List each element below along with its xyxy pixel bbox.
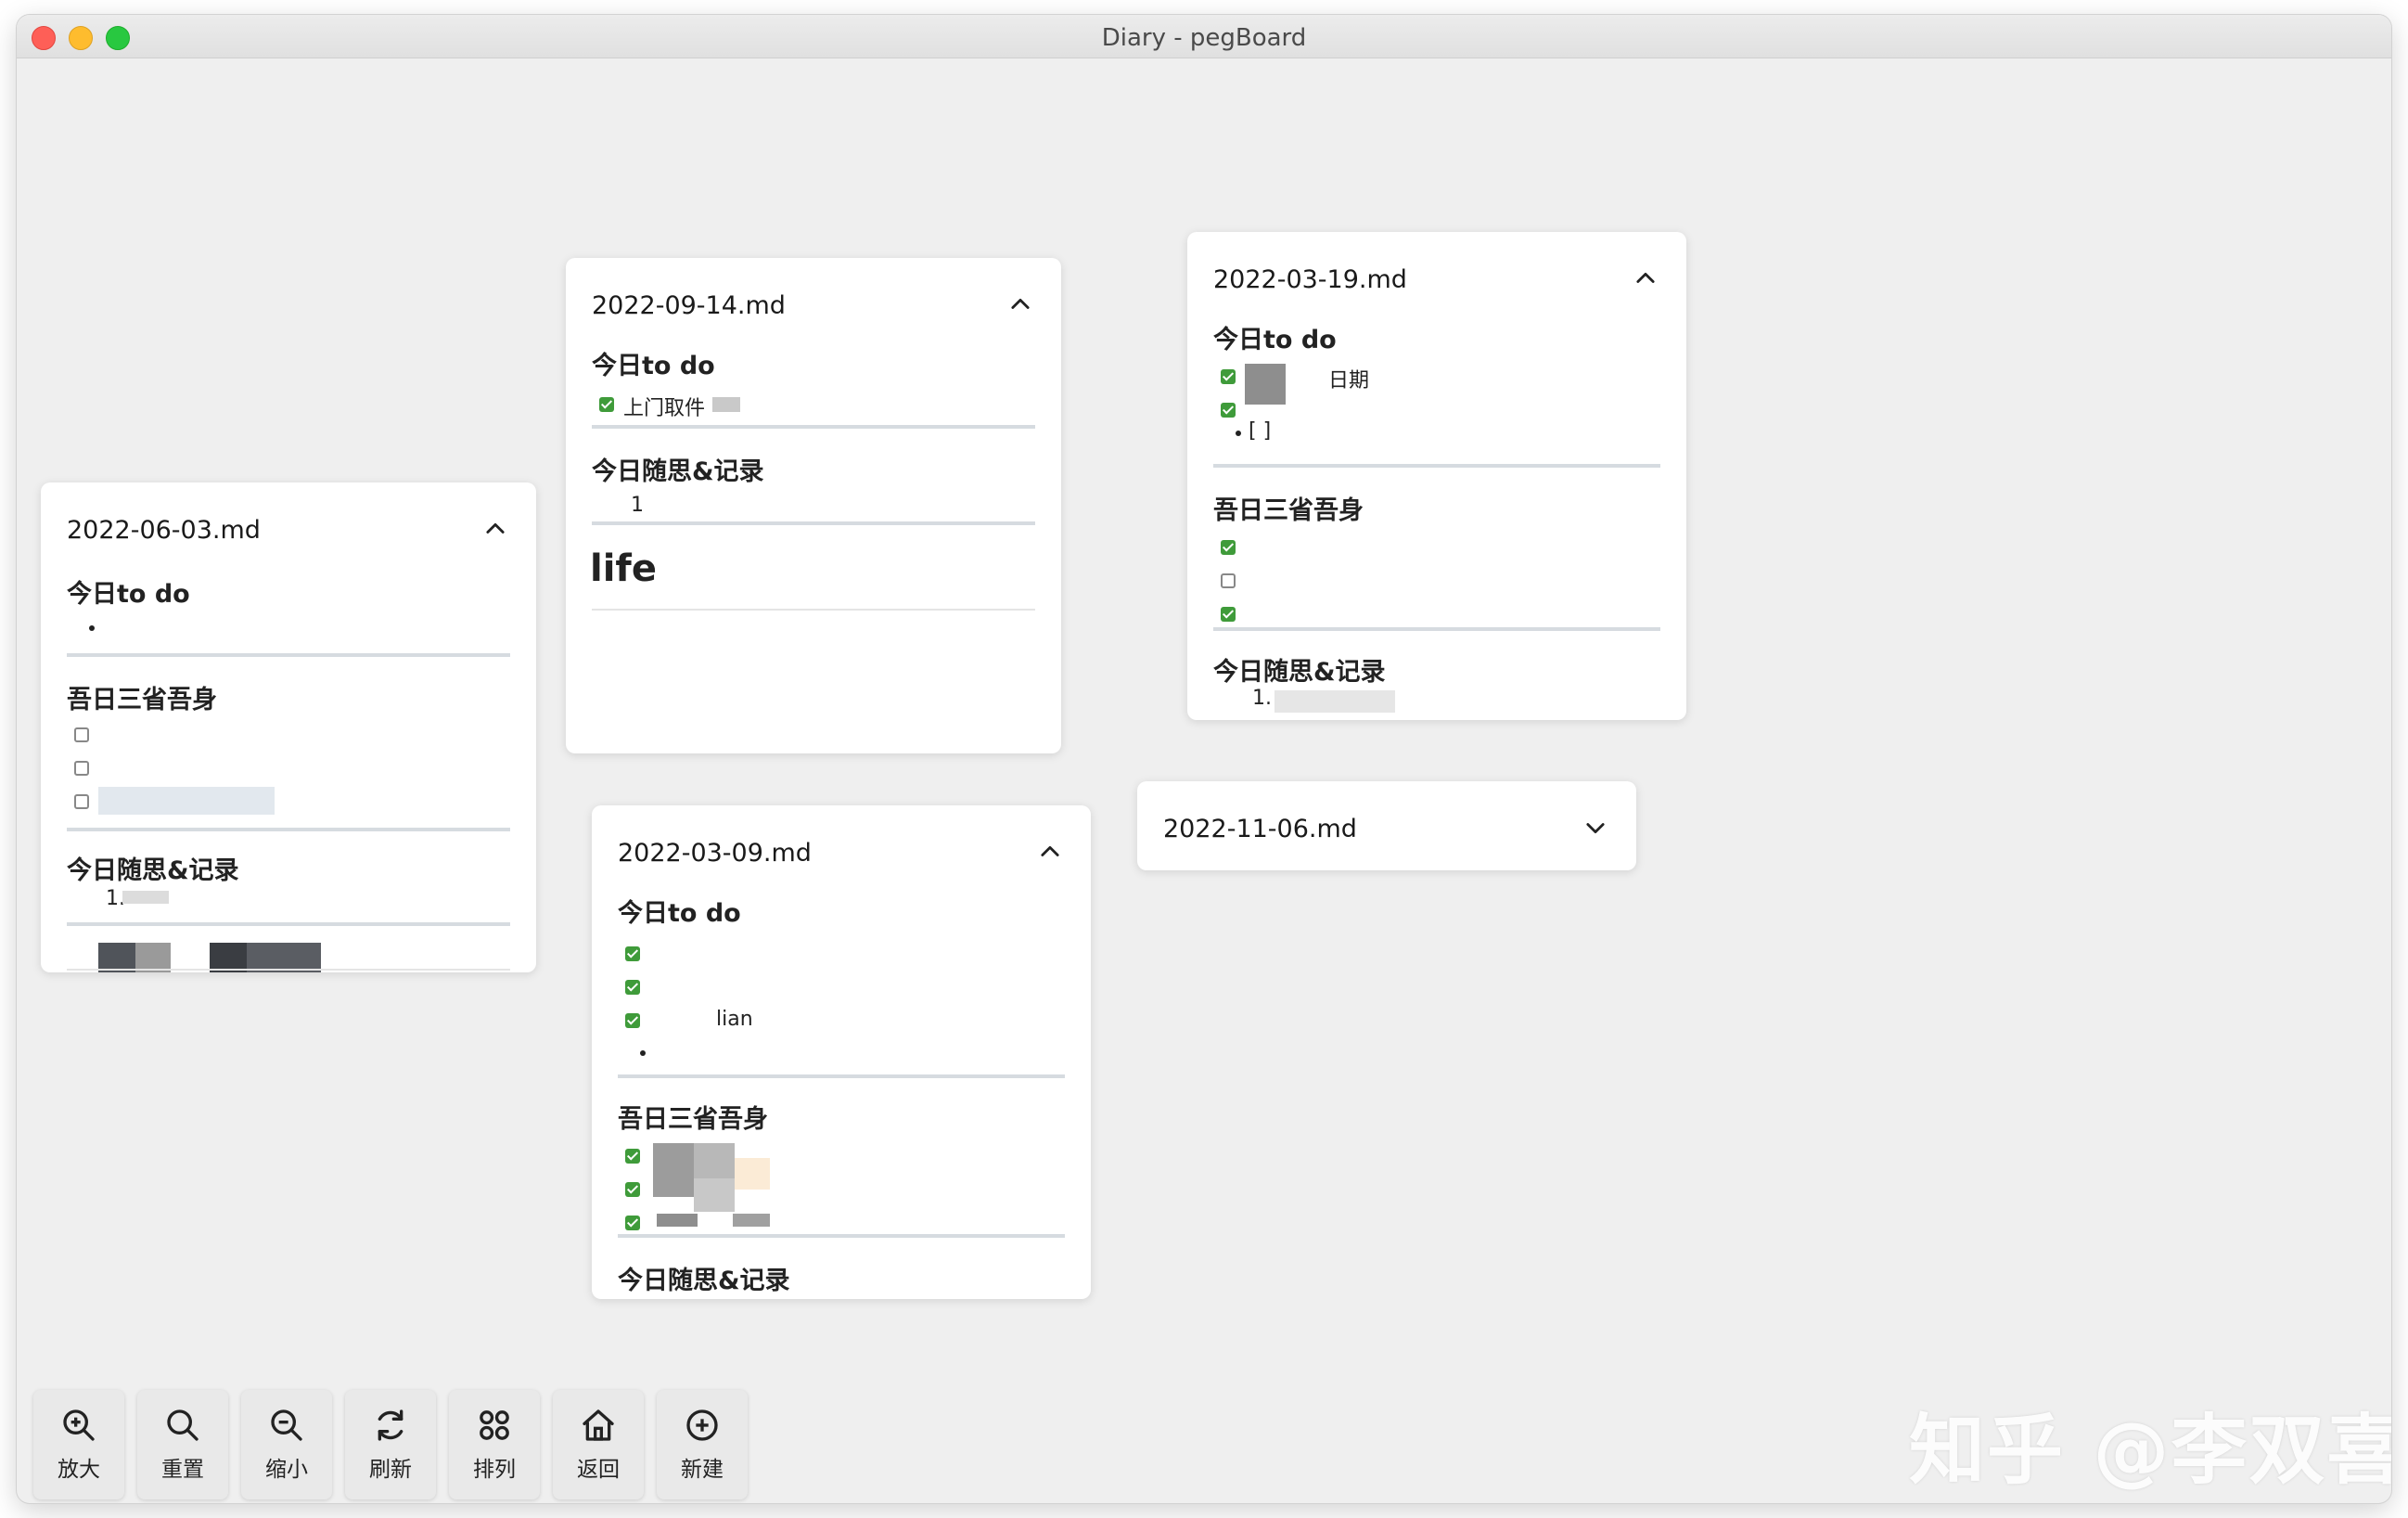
section-divider	[67, 969, 510, 971]
todo-checkbox[interactable]	[625, 1013, 640, 1028]
card-2022-03-19[interactable]: 2022-03-19.md 今日to do 日期 [ ] 吾日三省吾身 今日随思…	[1187, 232, 1686, 720]
watermark: 知乎 @李双喜	[1909, 1407, 2391, 1495]
card-2022-06-03[interactable]: 2022-06-03.md 今日to do 吾日三省吾身 今日随思&记录 1.	[41, 482, 536, 972]
redacted-image	[694, 1178, 735, 1212]
note-item: 1.	[1252, 687, 1272, 710]
card-2022-09-14[interactable]: 2022-09-14.md 今日to do 上门取件 今日随思&记录 1 lif…	[566, 258, 1061, 753]
title-bar: Diary - pegBoard	[17, 15, 2391, 58]
toolbar-label: 排列	[473, 1458, 516, 1482]
reflect-checkbox[interactable]	[74, 727, 89, 742]
add-circle-icon	[686, 1409, 718, 1441]
reflect-checkbox[interactable]	[1221, 607, 1236, 622]
toolbar-label: 重置	[161, 1458, 204, 1482]
section-divider	[592, 425, 1035, 429]
redacted-image	[694, 1143, 735, 1178]
list-bullet	[89, 625, 95, 631]
todo-item: 上门取件	[623, 397, 706, 420]
search-icon	[167, 1409, 199, 1441]
life-heading: life	[590, 547, 657, 590]
todo-item: [ ]	[1249, 419, 1272, 443]
reset-button[interactable]: 重置	[137, 1390, 228, 1499]
card-title: 2022-03-09.md	[618, 839, 812, 868]
section-divider	[592, 521, 1035, 525]
toolbar-label: 新建	[681, 1458, 724, 1482]
toolbar-label: 缩小	[265, 1458, 308, 1482]
todo-checkbox[interactable]	[599, 397, 614, 412]
chevron-up-icon[interactable]	[1037, 839, 1063, 865]
redacted-image	[1245, 364, 1286, 405]
card-2022-11-06[interactable]: 2022-11-06.md	[1137, 781, 1636, 870]
section-divider	[1213, 627, 1660, 631]
chevron-up-icon[interactable]	[1633, 265, 1659, 291]
grid-icon	[480, 1410, 509, 1440]
todo-checkbox[interactable]	[1221, 369, 1236, 384]
section-divider	[67, 653, 510, 657]
todo-item: 日期	[1328, 369, 1370, 392]
section-divider	[67, 922, 510, 926]
section-heading-reflect: 吾日三省吾身	[1213, 496, 1364, 525]
list-bullet	[1236, 431, 1241, 436]
redacted-image	[735, 1158, 770, 1190]
todo-checkbox[interactable]	[625, 980, 640, 995]
section-heading-todo: 今日to do	[618, 899, 741, 928]
section-heading-notes: 今日随思&记录	[618, 1267, 790, 1295]
redacted-text	[98, 787, 275, 815]
redacted-text	[122, 891, 169, 904]
app-window: Diary - pegBoard 2022-06-03.md 今日to do 吾…	[17, 15, 2391, 1503]
home-button[interactable]: 返回	[553, 1390, 644, 1499]
todo-checkbox[interactable]	[1221, 403, 1236, 418]
card-2022-03-09[interactable]: 2022-03-09.md 今日to do lian 吾日三省吾身 今日随思&记…	[592, 805, 1091, 1299]
redacted-image	[657, 1214, 698, 1227]
section-heading-todo: 今日to do	[67, 580, 190, 609]
home-icon	[583, 1409, 614, 1441]
redacted-image	[733, 1214, 770, 1227]
card-title: 2022-06-03.md	[67, 516, 261, 545]
zoom-in-icon	[63, 1409, 95, 1441]
reflect-checkbox[interactable]	[625, 1216, 640, 1230]
section-divider	[618, 1074, 1065, 1078]
section-divider	[592, 609, 1035, 611]
zoom-out-icon	[271, 1409, 302, 1441]
zoom-out-button[interactable]: 缩小	[241, 1390, 332, 1499]
card-title: 2022-03-19.md	[1213, 265, 1407, 294]
toolbar-label: 刷新	[369, 1458, 412, 1482]
section-heading-todo: 今日to do	[1213, 326, 1337, 354]
window-title: Diary - pegBoard	[1101, 24, 1307, 52]
refresh-icon	[378, 1409, 403, 1441]
section-heading-todo: 今日to do	[592, 352, 715, 380]
reflect-checkbox[interactable]	[1221, 573, 1236, 588]
card-title: 2022-11-06.md	[1163, 815, 1357, 843]
list-bullet	[640, 1050, 646, 1056]
section-heading-notes: 今日随思&记录	[1213, 658, 1386, 687]
section-divider	[67, 828, 510, 831]
arrange-button[interactable]: 排列	[449, 1390, 540, 1499]
section-heading-reflect: 吾日三省吾身	[618, 1105, 768, 1134]
refresh-button[interactable]: 刷新	[345, 1390, 436, 1499]
todo-item: lian	[716, 1008, 753, 1031]
reflect-checkbox[interactable]	[74, 794, 89, 809]
section-heading-notes: 今日随思&记录	[67, 856, 239, 885]
todo-checkbox[interactable]	[625, 946, 640, 961]
section-divider	[1213, 464, 1660, 468]
note-item: 1	[631, 494, 644, 517]
section-heading-reflect: 吾日三省吾身	[67, 686, 217, 714]
chevron-up-icon[interactable]	[482, 516, 508, 542]
zoom-in-button[interactable]: 放大	[33, 1390, 124, 1499]
section-divider	[618, 1234, 1065, 1238]
redacted-text	[712, 397, 740, 412]
card-title: 2022-09-14.md	[592, 291, 786, 320]
redacted-text	[1274, 690, 1395, 713]
chevron-up-icon[interactable]	[1007, 291, 1033, 317]
chevron-down-icon[interactable]	[1582, 815, 1608, 841]
redacted-image	[653, 1143, 694, 1197]
toolbar-label: 放大	[58, 1458, 100, 1482]
new-button[interactable]: 新建	[657, 1390, 748, 1499]
reflect-checkbox[interactable]	[74, 761, 89, 776]
reflect-checkbox[interactable]	[1221, 540, 1236, 555]
reflect-checkbox[interactable]	[625, 1182, 640, 1197]
toolbar-label: 返回	[577, 1458, 620, 1482]
section-heading-notes: 今日随思&记录	[592, 457, 764, 486]
reflect-checkbox[interactable]	[625, 1149, 640, 1164]
